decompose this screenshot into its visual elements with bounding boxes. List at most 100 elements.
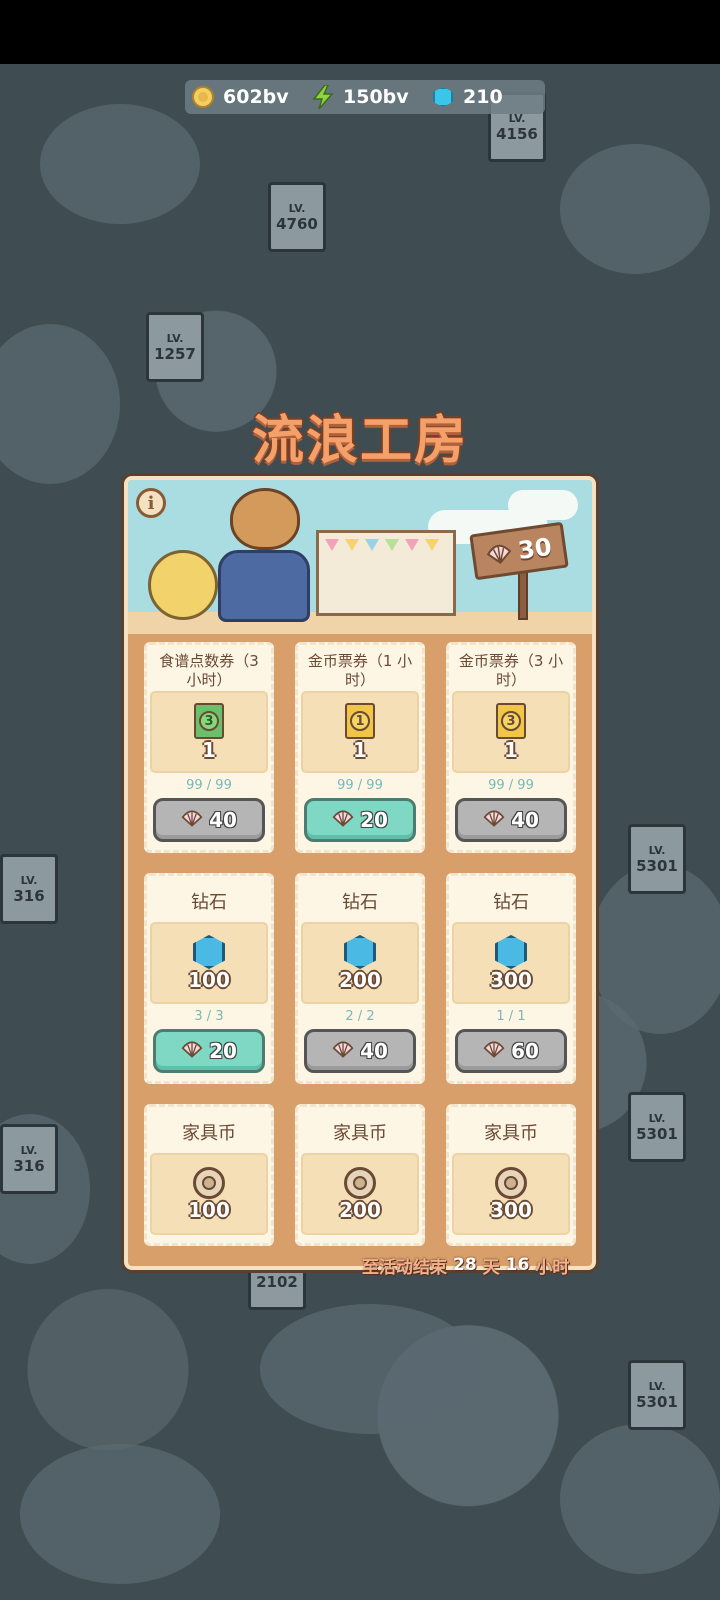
item-quantity: 300: [490, 968, 532, 992]
item-preview: 300: [452, 922, 570, 1004]
countdown-hours-unit: 小时: [535, 1257, 570, 1278]
item-preview: 31: [452, 691, 570, 773]
buy-button[interactable]: 20: [304, 798, 416, 842]
item-preview: 11: [301, 691, 419, 773]
item-preview: 31: [150, 691, 268, 773]
buy-button[interactable]: 20: [153, 1029, 265, 1073]
shop-row: 钻石 100 3 / 3 20 钻石 200 2 / 2 40 钻石 300 1 / 1 60: [144, 873, 576, 1084]
status-bar: [0, 0, 720, 64]
stock-count: 99 / 99: [337, 778, 383, 793]
pear-character: [148, 550, 218, 620]
buy-button[interactable]: 40: [153, 798, 265, 842]
item-title: 家具币: [333, 1122, 387, 1144]
item-quantity: 100: [188, 968, 230, 992]
diamond-icon: [193, 935, 225, 969]
level-sign: LV. 1257: [146, 312, 204, 382]
price-value: 60: [511, 1039, 539, 1063]
shell-icon: [181, 808, 203, 832]
item-preview: 100: [150, 1153, 268, 1235]
level-sign: LV. 316: [0, 1124, 58, 1194]
shop-row: 家具币 100 家具币 200 家具币 300: [144, 1104, 576, 1246]
gem-value: 210: [463, 86, 503, 108]
gem-icon: [431, 85, 455, 109]
countdown-days: 28: [453, 1255, 477, 1275]
item-title: 钻石: [493, 891, 529, 913]
shop-item-card: 金币票券（1 小时） 1 1 99 / 99 20: [295, 642, 425, 853]
stock-count: 1 / 1: [496, 1009, 526, 1024]
item-title: 钻石: [191, 891, 227, 913]
energy-value: 150bv: [343, 86, 409, 108]
furniture-coin-icon: [495, 1167, 527, 1199]
item-quantity: 200: [339, 1198, 381, 1222]
shop-item-card: 钻石 300 1 / 1 60: [446, 873, 576, 1084]
shop-title: 流浪工房: [251, 411, 468, 471]
countdown-hours: 16: [505, 1255, 530, 1275]
item-quantity: 1: [353, 738, 367, 762]
item-preview: 200: [301, 922, 419, 1004]
stock-count: 99 / 99: [186, 778, 232, 793]
stock-count: 2 / 2: [345, 1009, 375, 1024]
countdown-days-unit: 天: [482, 1257, 500, 1278]
item-preview: 100: [150, 922, 268, 1004]
buy-button[interactable]: 40: [455, 798, 567, 842]
event-countdown: 至活动结束 28 天 16 小时: [358, 1252, 573, 1278]
item-title: 家具币: [484, 1122, 538, 1144]
shop-panel: 30 i 20 20 20 食谱点数券（3小时）3199 / 9940金币票券（…: [124, 476, 596, 1270]
shop-item-card: 家具币 200: [295, 1104, 425, 1246]
level-sign: LV. 316: [0, 854, 58, 924]
item-title: 金币票券（1 小时）: [307, 652, 413, 689]
item-quantity: 300: [490, 1198, 532, 1222]
resource-bar: 602bv 150bv 210: [185, 80, 545, 114]
price-value: 20: [209, 1039, 237, 1063]
level-sign: LV. 5301: [628, 1360, 686, 1430]
recipe-ticket-icon: 3: [194, 703, 224, 739]
level-sign: LV. 4760: [268, 182, 326, 252]
shell-icon: [487, 544, 512, 564]
energy-counter: 150bv: [305, 85, 425, 109]
shop-item-card: 家具币 300: [446, 1104, 576, 1246]
shop-item-card: 钻石 100 3 / 3 20: [144, 873, 274, 1084]
coin-counter: 602bv: [185, 85, 305, 109]
stock-count: 99 / 99: [488, 778, 534, 793]
item-quantity: 100: [188, 1198, 230, 1222]
info-button[interactable]: i: [136, 488, 166, 518]
item-quantity: 1: [202, 738, 216, 762]
gem-counter: 210: [425, 85, 545, 109]
item-preview: 300: [452, 1153, 570, 1235]
shop-item-card: 金币票券（3 小时） 3 1 99 / 99 40: [446, 642, 576, 853]
diamond-icon: [495, 935, 527, 969]
item-title: 钻石: [342, 891, 378, 913]
item-title: 金币票券（3 小时）: [458, 652, 564, 689]
item-title: 家具币: [182, 1122, 236, 1144]
workshop-stand: [316, 530, 456, 616]
shop-item-grid[interactable]: 20 20 20 食谱点数券（3小时）3199 / 9940金币票券（1 小时）…: [128, 634, 592, 1266]
level-sign: LV. 5301: [628, 824, 686, 894]
coin-value: 602bv: [223, 86, 289, 108]
shop-item-card: 家具币 100: [144, 1104, 274, 1246]
buy-button[interactable]: 60: [455, 1029, 567, 1073]
coin-ticket-icon: 1: [345, 703, 375, 739]
level-sign: LV. 5301: [628, 1092, 686, 1162]
shell-icon: [181, 1039, 203, 1063]
bear-character: [230, 488, 300, 550]
furniture-coin-icon: [193, 1167, 225, 1199]
item-quantity: 200: [339, 968, 381, 992]
shell-icon: [483, 808, 505, 832]
price-value: 40: [209, 808, 237, 832]
stock-count: 3 / 3: [194, 1009, 224, 1024]
item-preview: 200: [301, 1153, 419, 1235]
buy-button[interactable]: 40: [304, 1029, 416, 1073]
shop-banner: 30 i: [128, 480, 592, 634]
price-value: 40: [511, 808, 539, 832]
shop-item-card: 钻石 200 2 / 2 40: [295, 873, 425, 1084]
shop-row: 食谱点数券（3小时） 3 1 99 / 99 40 金币票券（1 小时） 1 1 99 / 99…: [144, 642, 576, 853]
coin-icon: [191, 85, 215, 109]
shell-icon: [483, 1039, 505, 1063]
countdown-prefix: 至活动结束: [362, 1257, 447, 1278]
diamond-icon: [344, 935, 376, 969]
shell-icon: [332, 1039, 354, 1063]
coin-ticket-icon: 3: [496, 703, 526, 739]
price-value: 20: [360, 808, 388, 832]
banner-price: 30: [516, 532, 554, 565]
shell-icon: [332, 808, 354, 832]
